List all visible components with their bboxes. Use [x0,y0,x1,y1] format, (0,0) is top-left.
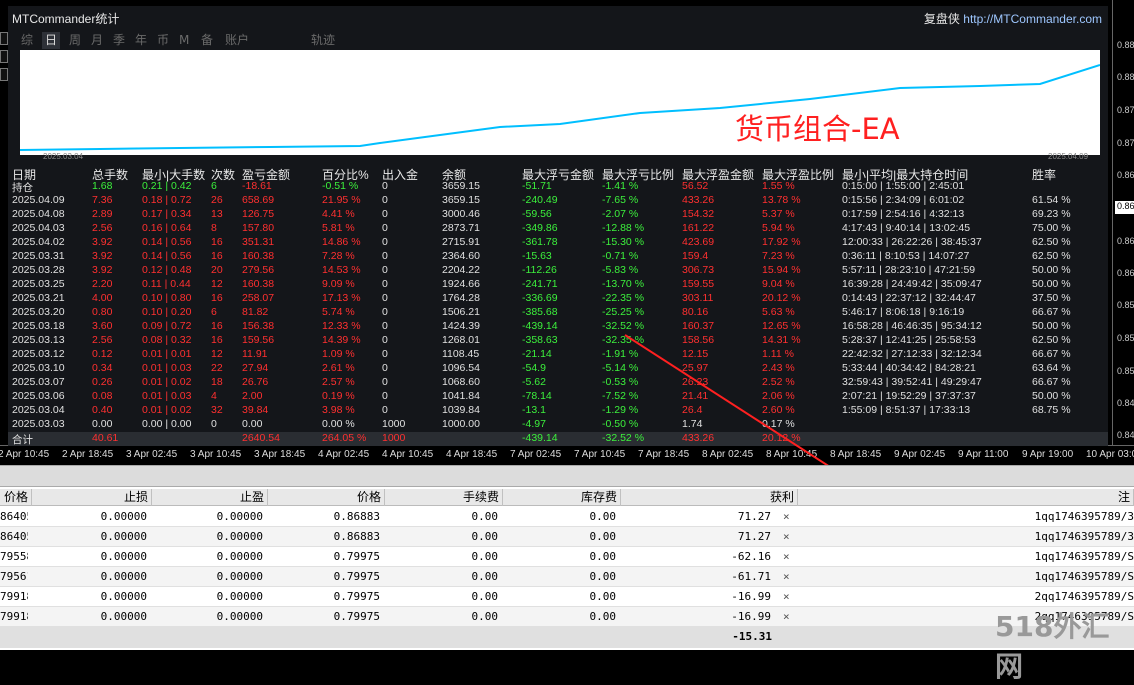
close-order-icon[interactable]: × [783,610,790,623]
total-profit: -15.31 [732,630,772,643]
cell: 1qq1746395789/S [1034,550,1134,563]
order-row[interactable]: 864050.000000.000000.868830.000.0071.271… [0,507,1134,527]
order-row[interactable]: 864050.000000.000000.868830.000.0071.271… [0,527,1134,547]
cell: 0.00 [589,590,617,603]
order-row[interactable]: 799180.000000.000000.799750.000.00-16.99… [0,607,1134,627]
column-header[interactable]: 止盈 [150,489,268,506]
cell: 0.00 [589,610,617,623]
column-header[interactable]: 获利 [621,489,798,506]
order-row[interactable]: 795580.000000.000000.799750.000.00-62.16… [0,547,1134,567]
close-order-icon[interactable]: × [783,550,790,563]
column-header[interactable]: 价格 [0,489,32,506]
cell: -16.99 [731,590,771,603]
column-header[interactable]: 价格 [268,489,385,506]
watermark: 518外汇网 [995,610,1110,683]
order-row[interactable]: 795610.000000.000000.799750.000.00-61.71… [0,567,1134,587]
order-row[interactable]: 799180.000000.000000.799750.000.00-16.99… [0,587,1134,607]
column-header[interactable]: 止损 [32,489,152,506]
cell: 0.00 [589,530,617,543]
terminal-total-row: -15.31 [0,626,1134,648]
terminal-panel: 价格止损止盈价格手续费库存费获利注 864050.000000.000000.8… [0,465,1134,650]
column-header[interactable]: 注 [798,489,1134,506]
chart-window[interactable]: 0.88 0.88 0.87 0.87 0.86 0.86 0.86 0.85 … [0,0,1134,596]
close-order-icon[interactable]: × [783,510,790,523]
cell: 71.27 [737,510,771,523]
terminal-splitter[interactable] [0,465,1134,487]
cell: 2qq1746395789/S [1034,590,1134,603]
cell: 0.00 [589,510,617,523]
cell: 1qq1746395789/3 [1034,510,1134,523]
close-order-icon[interactable]: × [783,530,790,543]
cell: 71.27 [737,530,771,543]
close-order-icon[interactable]: × [783,570,790,583]
cell: 0.00 [589,550,617,563]
close-order-icon[interactable]: × [783,590,790,603]
cell: 0.00 [589,570,617,583]
cell: 1qq1746395789/S [1034,570,1134,583]
cell: -62.16 [731,550,771,563]
column-header[interactable]: 库存费 [503,489,621,506]
cell: -16.99 [731,610,771,623]
terminal-header: 价格 止损 止盈 价格 手续费 库存费 获利注 [0,489,1134,506]
cell: -61.71 [731,570,771,583]
cell: 1qq1746395789/3 [1034,530,1134,543]
column-header[interactable]: 手续费 [385,489,503,506]
